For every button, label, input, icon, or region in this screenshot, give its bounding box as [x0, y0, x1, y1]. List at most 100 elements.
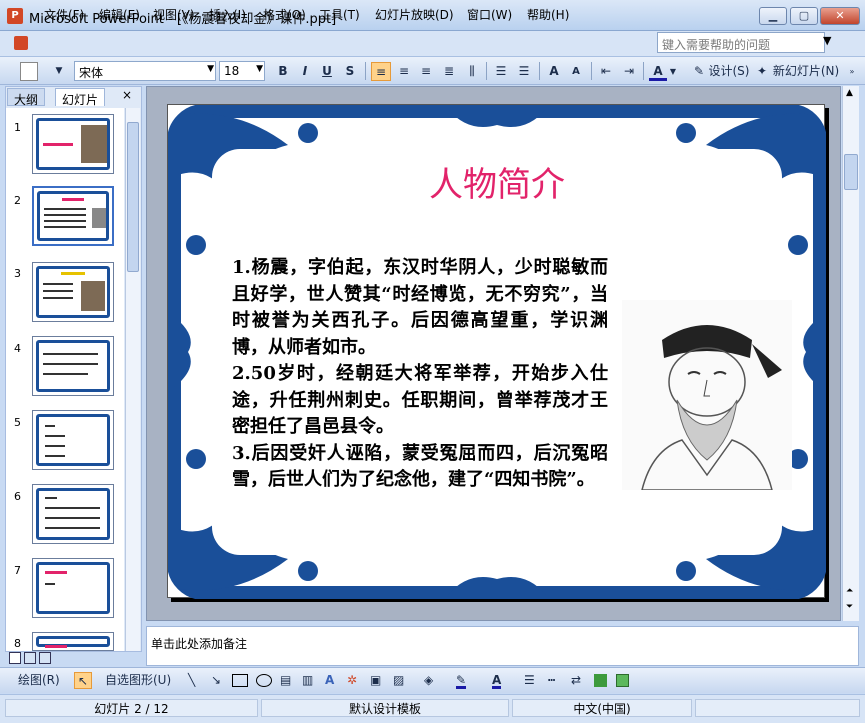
normal-view-icon[interactable]: [9, 652, 21, 664]
menu-tools[interactable]: 工具(T): [319, 6, 360, 23]
menu-help[interactable]: 帮助(H): [527, 6, 569, 23]
tab-slides[interactable]: 幻灯片: [55, 88, 106, 107]
slide-scrollbar[interactable]: ▲ ⏶ ⏷: [842, 86, 859, 621]
justify-icon[interactable]: ≣: [440, 62, 458, 81]
menu-file[interactable]: 文件(F): [44, 6, 84, 23]
status-design-template: 默认设计模板: [261, 699, 509, 717]
oval-icon[interactable]: [256, 674, 272, 687]
slide-thumbnail-4[interactable]: [32, 336, 114, 396]
slide-thumbnail-5[interactable]: [32, 410, 114, 470]
new-slide-button[interactable]: 新幻灯片(N): [771, 62, 841, 81]
line-icon[interactable]: ╲: [188, 672, 195, 689]
slide-thumbnail-2[interactable]: [32, 186, 114, 246]
portrait-image[interactable]: [622, 300, 792, 490]
tab-outline[interactable]: 大纲: [7, 88, 46, 107]
toolbar-separator: [591, 62, 592, 80]
font-name-select[interactable]: 宋体 ▼: [74, 61, 216, 81]
powerpoint-icon[interactable]: P: [7, 8, 23, 24]
slide-thumbnail-8[interactable]: [32, 632, 114, 651]
maximize-button[interactable]: ▢: [790, 7, 818, 25]
toolbar-overflow-icon[interactable]: »: [847, 62, 857, 81]
line-style-icon[interactable]: ☰: [524, 672, 535, 689]
thumbnail-text: [43, 373, 88, 375]
thumbnail-text: [44, 226, 86, 228]
rectangle-icon[interactable]: [232, 674, 248, 687]
slideshow-icon[interactable]: [39, 652, 51, 664]
restore-icon: ▢: [798, 9, 810, 22]
slide-title[interactable]: 人物简介: [168, 157, 826, 206]
scroll-up-icon[interactable]: ▲: [846, 88, 853, 98]
previous-slide-icon[interactable]: ⏶: [846, 586, 853, 596]
menu-edit[interactable]: 编辑(E): [99, 6, 140, 23]
font-name-value: 宋体: [79, 66, 104, 80]
menu-slideshow[interactable]: 幻灯片放映(D): [375, 6, 454, 23]
chevron-down-icon[interactable]: ▼: [669, 62, 677, 81]
help-dropdown-icon[interactable]: ▼: [823, 34, 831, 47]
select-pointer-icon[interactable]: ↖: [74, 672, 92, 689]
vertical-textbox-icon[interactable]: ▥: [302, 672, 313, 689]
line-color-icon[interactable]: ✎: [456, 672, 467, 689]
status-extra: [695, 699, 860, 717]
distribute-icon[interactable]: ⫼: [463, 62, 481, 81]
slide-thumbnail-3[interactable]: [32, 262, 114, 322]
next-slide-icon[interactable]: ⏷: [846, 602, 853, 612]
align-center-icon[interactable]: ≡: [395, 62, 413, 81]
slide-thumbnail-1[interactable]: [32, 114, 114, 174]
scroll-thumb[interactable]: [127, 122, 139, 272]
close-icon: ✕: [835, 9, 845, 22]
textbox-icon[interactable]: ▤: [280, 672, 291, 689]
arrow-style-icon[interactable]: ⇄: [571, 672, 581, 689]
autoshape-menu-button[interactable]: 自选图形(U): [105, 672, 171, 689]
thumbnail-scrollbar[interactable]: [125, 108, 140, 651]
dash-style-icon[interactable]: ┅: [548, 672, 555, 689]
minimize-button[interactable]: ▁: [759, 7, 787, 25]
picture-icon[interactable]: ▨: [393, 672, 404, 689]
font-color-button[interactable]: A: [649, 62, 667, 81]
close-icon[interactable]: ×: [122, 88, 132, 102]
draw-menu-button[interactable]: 绘图(R): [18, 672, 60, 689]
design-button[interactable]: 设计(S): [708, 62, 750, 81]
thumbnail-title: [45, 571, 67, 574]
font-color-icon[interactable]: A: [492, 672, 502, 689]
align-right-icon[interactable]: ≡: [417, 62, 435, 81]
menu-view[interactable]: 视图(V): [153, 6, 195, 23]
increase-indent-icon[interactable]: ⇥: [620, 62, 638, 81]
bullets-icon[interactable]: ☰: [515, 62, 533, 81]
thumbnail-text: [43, 297, 73, 299]
grow-font-button[interactable]: A: [545, 62, 563, 81]
design-icon: ✎: [693, 64, 705, 78]
menu-insert[interactable]: 插入(I): [209, 6, 246, 23]
slide-sorter-icon[interactable]: [24, 652, 36, 664]
slide-thumbnail-6[interactable]: [32, 484, 114, 544]
shrink-font-button[interactable]: A: [568, 62, 584, 81]
underline-button[interactable]: U: [318, 62, 336, 81]
document-icon[interactable]: [14, 36, 28, 50]
slide-body-text[interactable]: 1.杨震，字伯起，东汉时华阴人，少时聪敏而且好学，世人赞其“时经博览，无不穷究”…: [232, 255, 608, 494]
fill-color-icon[interactable]: ◈: [424, 672, 433, 689]
new-document-icon[interactable]: [20, 62, 38, 81]
italic-button[interactable]: I: [296, 62, 314, 81]
close-button[interactable]: ✕: [820, 7, 860, 25]
shadow-style-icon[interactable]: [594, 674, 607, 687]
shadow-button[interactable]: S: [341, 62, 359, 81]
decrease-indent-icon[interactable]: ⇤: [597, 62, 615, 81]
menu-window[interactable]: 窗口(W): [467, 6, 512, 23]
numbering-icon[interactable]: ☰: [492, 62, 510, 81]
slide-thumbnail-7[interactable]: [32, 558, 114, 618]
toolbar-options-icon[interactable]: ▼: [54, 62, 64, 81]
font-size-select[interactable]: 18 ▼: [219, 61, 265, 81]
wordart-icon[interactable]: A: [325, 672, 334, 689]
scroll-thumb[interactable]: [844, 154, 858, 190]
3d-style-icon[interactable]: [616, 674, 629, 687]
thumbnail-frame: [36, 562, 110, 614]
help-search-input[interactable]: 键入需要帮助的问题: [657, 32, 825, 53]
menu-format[interactable]: 格式(O): [263, 6, 306, 23]
notes-pane[interactable]: 单击此处添加备注: [146, 626, 859, 666]
clipart-icon[interactable]: ▣: [370, 672, 381, 689]
align-left-icon[interactable]: ≡: [371, 62, 391, 81]
arrow-icon[interactable]: ↘: [211, 672, 221, 689]
diagram-icon[interactable]: ✲: [347, 672, 357, 689]
bold-button[interactable]: B: [274, 62, 292, 81]
current-slide[interactable]: 人物简介 1.杨震，字伯起，东汉时华阴人，少时聪敏而且好学，世人赞其“时经博览，…: [167, 104, 826, 599]
font-size-value: 18: [224, 64, 240, 78]
